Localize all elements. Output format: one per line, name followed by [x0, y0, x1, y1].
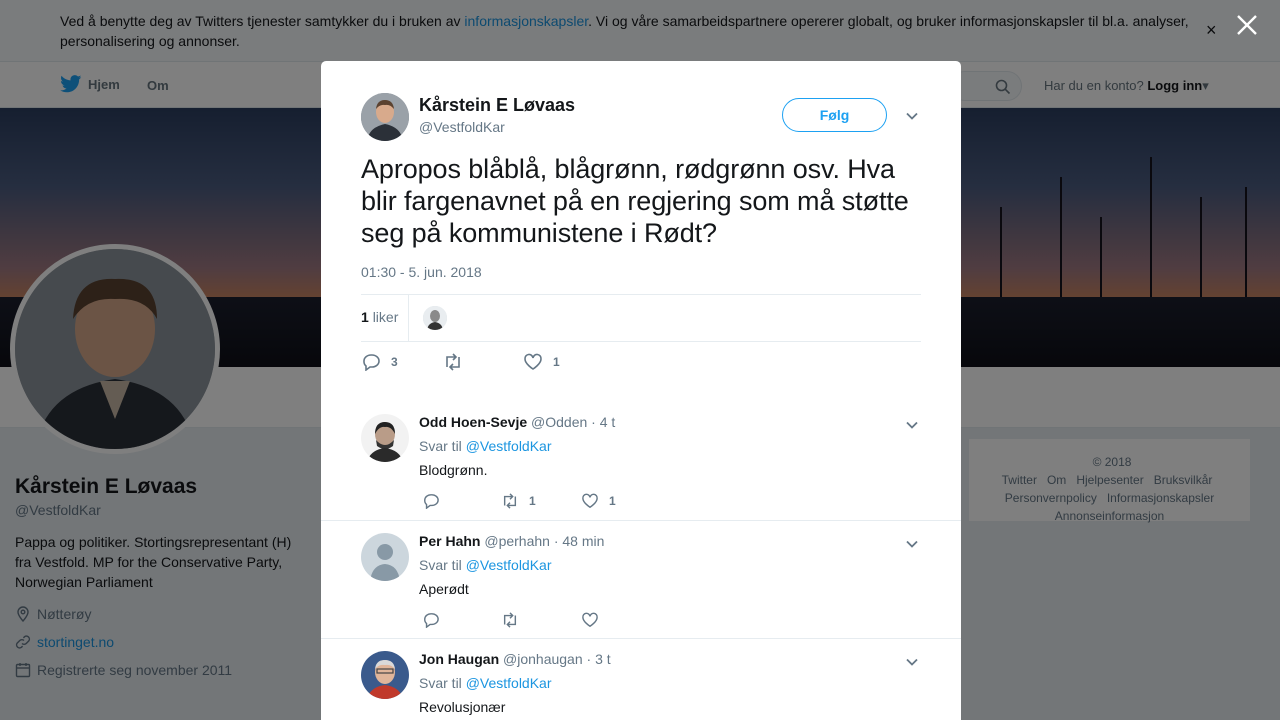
reply-text: Aperødt: [419, 581, 469, 597]
reply-to-link[interactable]: @VestfoldKar: [466, 557, 552, 573]
reply-header: Jon Haugan @jonhaugan · 3 t: [419, 651, 611, 667]
author-name[interactable]: Kårstein E Løvaas: [419, 95, 575, 116]
reply-avatar[interactable]: [361, 533, 409, 581]
reply-author-handle[interactable]: @jonhaugan: [503, 651, 583, 667]
like-button[interactable]: 1: [523, 353, 560, 371]
reply-time[interactable]: · 4 t: [591, 414, 615, 430]
reply-avatar[interactable]: [361, 414, 409, 462]
tweet-stats: 1 liker: [361, 294, 921, 342]
like-count: 1: [609, 494, 616, 508]
like-button[interactable]: 1: [581, 493, 616, 509]
reply-time[interactable]: · 48 min: [554, 533, 605, 549]
reply-to-line: Svar til @VestfoldKar: [419, 675, 552, 691]
retweet-icon: [503, 493, 517, 509]
close-icon[interactable]: [1234, 12, 1260, 38]
person-photo-icon: [361, 93, 409, 141]
heart-icon: [582, 493, 598, 509]
reply-to-link[interactable]: @VestfoldKar: [466, 675, 552, 691]
follow-button[interactable]: Følg: [782, 98, 887, 132]
reply-button[interactable]: [422, 493, 450, 509]
reply-author-handle[interactable]: @Odden: [531, 414, 587, 430]
reply-to-prefix: Svar til: [419, 675, 462, 691]
person-photo-icon: [423, 306, 447, 330]
retweet-icon: [446, 353, 460, 371]
stats-divider: [408, 295, 409, 342]
author-avatar[interactable]: [361, 93, 409, 141]
reply-icon: [424, 613, 439, 628]
reply-header: Per Hahn @perhahn · 48 min: [419, 533, 604, 549]
reply-to-link[interactable]: @VestfoldKar: [466, 438, 552, 454]
tweet-text: Apropos blåblå, blågrønn, rødgrønn osv. …: [361, 154, 909, 248]
chevron-down-icon[interactable]: [905, 109, 919, 123]
reply-author-name[interactable]: Per Hahn: [419, 533, 480, 549]
like-button[interactable]: [581, 612, 609, 628]
heart-icon: [524, 353, 542, 370]
reply-tweet[interactable]: Per Hahn @perhahn · 48 min Svar til @Ves…: [321, 521, 961, 639]
chevron-down-icon[interactable]: [905, 418, 919, 432]
retweet-button[interactable]: [443, 353, 473, 371]
reply-header: Odd Hoen-Sevje @Odden · 4 t: [419, 414, 615, 430]
tweet-modal: Kårstein E Løvaas @VestfoldKar Følg Apro…: [321, 61, 961, 720]
reply-to-prefix: Svar til: [419, 438, 462, 454]
heart-icon: [582, 612, 598, 628]
reply-time[interactable]: · 3 t: [587, 651, 611, 667]
liker-avatar[interactable]: [423, 306, 447, 330]
retweet-icon: [503, 612, 517, 628]
reply-text: Blodgrønn.: [419, 462, 488, 478]
person-photo-icon: [361, 414, 409, 462]
likes-label: liker: [372, 309, 399, 325]
chevron-down-icon[interactable]: [905, 655, 919, 669]
reply-to-line: Svar til @VestfoldKar: [419, 438, 552, 454]
reply-button[interactable]: 3: [361, 353, 398, 371]
reply-author-handle[interactable]: @perhahn: [484, 533, 550, 549]
like-count: 1: [553, 355, 560, 369]
person-photo-icon: [361, 651, 409, 699]
retweet-button[interactable]: 1: [501, 493, 536, 509]
retweet-button[interactable]: [501, 612, 529, 628]
tweet-timestamp[interactable]: 01:30 - 5. jun. 2018: [361, 264, 482, 280]
reply-text: Revolusjonær: [419, 699, 506, 715]
likes-stat[interactable]: 1 liker: [361, 309, 398, 325]
reply-to-line: Svar til @VestfoldKar: [419, 557, 552, 573]
reply-tweet[interactable]: Odd Hoen-Sevje @Odden · 4 t Svar til @Ve…: [321, 402, 961, 521]
reply-icon: [424, 494, 439, 509]
reply-author-name[interactable]: Odd Hoen-Sevje: [419, 414, 527, 430]
retweet-count: 1: [529, 494, 536, 508]
reply-avatar[interactable]: [361, 651, 409, 699]
author-handle[interactable]: @VestfoldKar: [419, 119, 505, 135]
chevron-down-icon[interactable]: [905, 537, 919, 551]
reply-button[interactable]: [422, 612, 450, 628]
likes-count: 1: [361, 309, 369, 325]
reply-tweet[interactable]: Jon Haugan @jonhaugan · 3 t Svar til @Ve…: [321, 639, 961, 720]
default-avatar-icon: [361, 533, 409, 581]
reply-author-name[interactable]: Jon Haugan: [419, 651, 499, 667]
reply-count: 3: [391, 355, 398, 369]
reply-icon: [363, 354, 380, 371]
reply-to-prefix: Svar til: [419, 557, 462, 573]
